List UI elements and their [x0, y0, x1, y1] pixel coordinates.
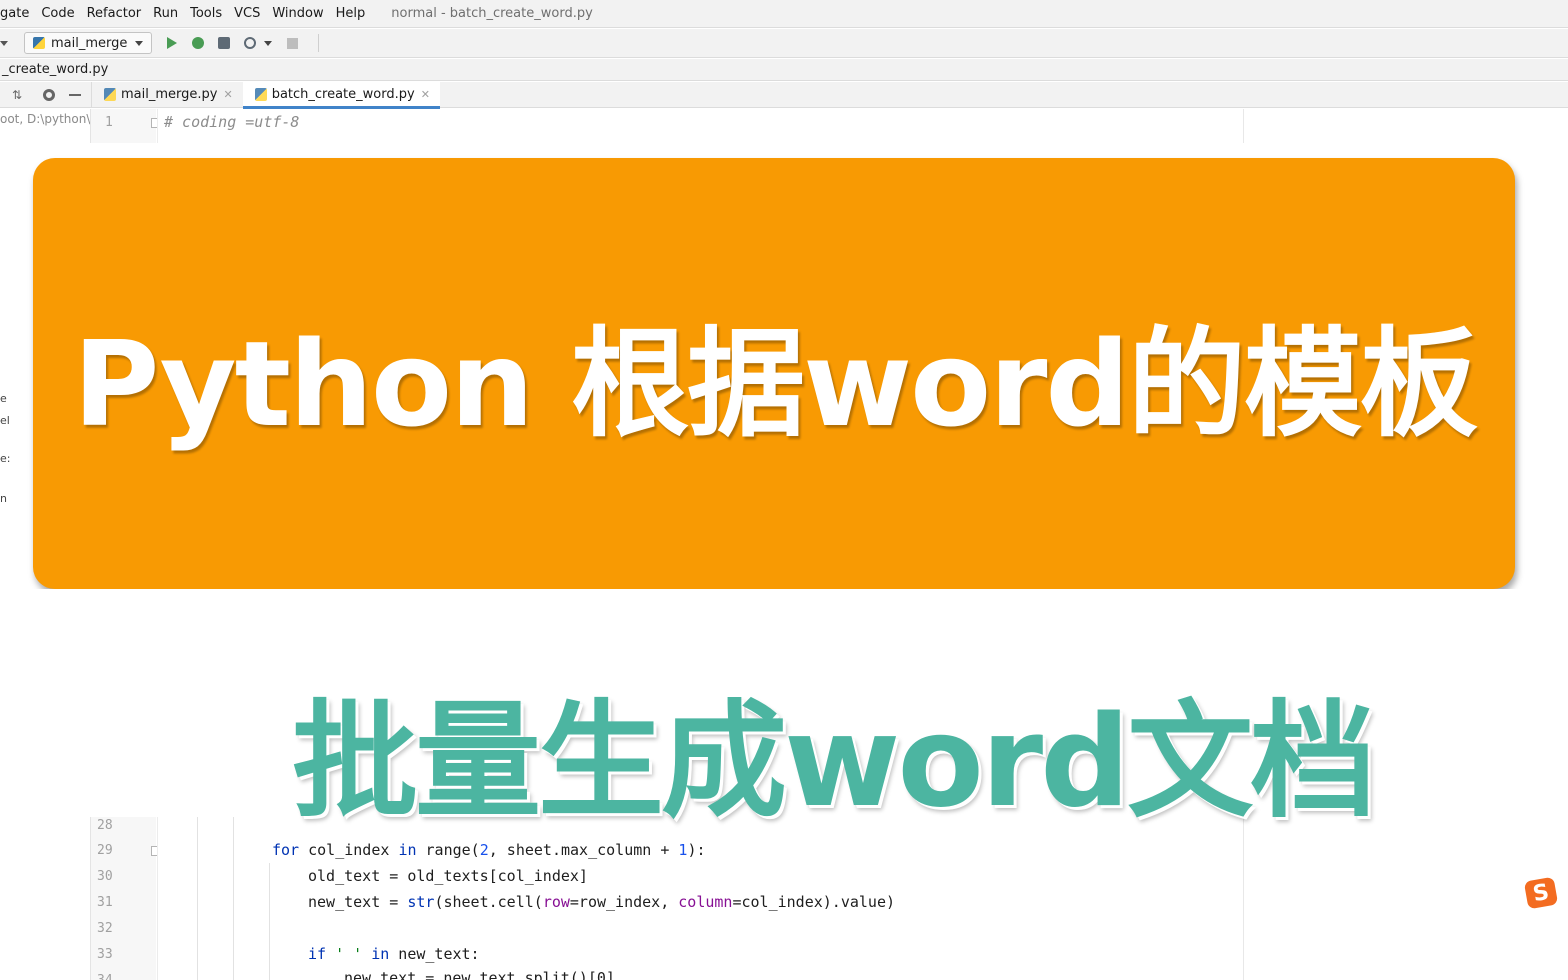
- gear-icon[interactable]: [42, 88, 56, 102]
- collapse-all-icon[interactable]: ⇅: [10, 88, 24, 102]
- indent-guide: [233, 817, 234, 980]
- menu-window[interactable]: Window: [272, 6, 323, 21]
- navigation-bar: _create_word.py: [0, 59, 1568, 81]
- line-number: 28: [97, 818, 113, 833]
- line-number: 33: [97, 947, 113, 962]
- tab-label: batch_create_word.py: [271, 87, 415, 102]
- right-margin-guide: [1243, 109, 1244, 143]
- bug-icon: [192, 37, 205, 49]
- menu-vcs[interactable]: VCS: [234, 6, 260, 21]
- project-panel[interactable]: oot, D:\python\: [0, 109, 90, 143]
- profile-icon: [244, 37, 257, 49]
- more-run-options-icon[interactable]: [264, 40, 273, 46]
- line-number: 31: [97, 895, 113, 910]
- python-file-icon: [104, 88, 116, 101]
- chevron-down-icon: [135, 40, 144, 46]
- code-line-34: new_text = new_text.split()[0]: [344, 969, 615, 980]
- menu-navigate[interactable]: gate: [0, 6, 29, 21]
- play-icon: [167, 37, 178, 49]
- title-banner: Python 根据word的模板: [33, 158, 1515, 589]
- indent-guide: [197, 817, 198, 980]
- close-icon[interactable]: ✕: [421, 88, 430, 101]
- code-editor-top[interactable]: # coding =utf-8: [157, 109, 1243, 143]
- stop-button[interactable]: [284, 35, 300, 51]
- python-file-icon: [254, 88, 267, 101]
- toolbar: mail_merge: [0, 29, 1568, 58]
- close-icon[interactable]: ✕: [223, 88, 232, 101]
- line-number: 29: [97, 843, 113, 858]
- project-path: oot, D:\python\: [0, 112, 90, 126]
- hide-panel-icon[interactable]: [68, 88, 82, 102]
- menu-help[interactable]: Help: [336, 6, 366, 21]
- debug-button[interactable]: [190, 35, 206, 51]
- line-number: 34: [97, 973, 113, 980]
- tab-batch-create-word[interactable]: batch_create_word.py ✕: [242, 81, 441, 109]
- menu-code[interactable]: Code: [41, 6, 74, 21]
- profile-button[interactable]: [242, 35, 258, 51]
- project-tree-stub: n: [0, 492, 7, 505]
- sogou-input-icon[interactable]: S: [1523, 876, 1559, 910]
- run-config-label: mail_merge: [51, 35, 128, 51]
- banner-subtitle: 批量生成word文档: [292, 688, 1376, 835]
- line-number: 32: [97, 921, 113, 936]
- run-button[interactable]: [164, 35, 180, 51]
- stop-icon: [286, 37, 298, 49]
- menu-run[interactable]: Run: [153, 6, 178, 21]
- coverage-icon: [218, 37, 231, 49]
- toolbar-divider: [318, 34, 320, 52]
- menu-tools[interactable]: Tools: [190, 6, 222, 21]
- code-line-33: if ' ' in new_text:: [308, 945, 480, 963]
- window-title: normal - batch_create_word.py: [391, 6, 593, 21]
- sogou-s-icon: S: [1523, 876, 1559, 910]
- project-tree-stub: e: [0, 392, 7, 405]
- line-number: 1: [105, 115, 113, 130]
- editor-tabs-row: ⇅ mail_merge.py ✕ batch_create_word.py ✕: [0, 81, 1568, 109]
- gutter-bottom: 28 29 30 31 32 33 34: [90, 817, 161, 980]
- indent-guide: [269, 863, 270, 980]
- project-tree-stub: el: [0, 414, 10, 427]
- breadcrumb[interactable]: _create_word.py: [2, 62, 108, 77]
- toolbar-dropdown-arrow-icon[interactable]: [0, 40, 8, 46]
- code-line-29: for col_index in range(2, sheet.max_colu…: [272, 841, 706, 859]
- python-icon: [33, 37, 45, 49]
- code-line-31: new_text = str(sheet.cell(row=row_index,…: [308, 893, 896, 911]
- gutter-top: 1: [90, 109, 161, 143]
- run-config-selector[interactable]: mail_merge: [24, 32, 153, 54]
- project-tree-stub: e:: [0, 452, 11, 465]
- menu-bar: gate Code Refactor Run Tools VCS Window …: [0, 0, 1568, 28]
- line-number: 30: [97, 869, 113, 884]
- tab-mail-merge[interactable]: mail_merge.py ✕: [92, 82, 243, 108]
- code-line-30: old_text = old_texts[col_index]: [308, 867, 588, 885]
- banner-title: Python 根据word的模板: [73, 315, 1478, 453]
- coverage-button[interactable]: [216, 35, 232, 51]
- tab-label: mail_merge.py: [121, 87, 218, 102]
- project-tool-buttons: ⇅: [0, 81, 92, 108]
- code-line: # coding =utf-8: [164, 113, 300, 131]
- menu-refactor[interactable]: Refactor: [87, 6, 142, 21]
